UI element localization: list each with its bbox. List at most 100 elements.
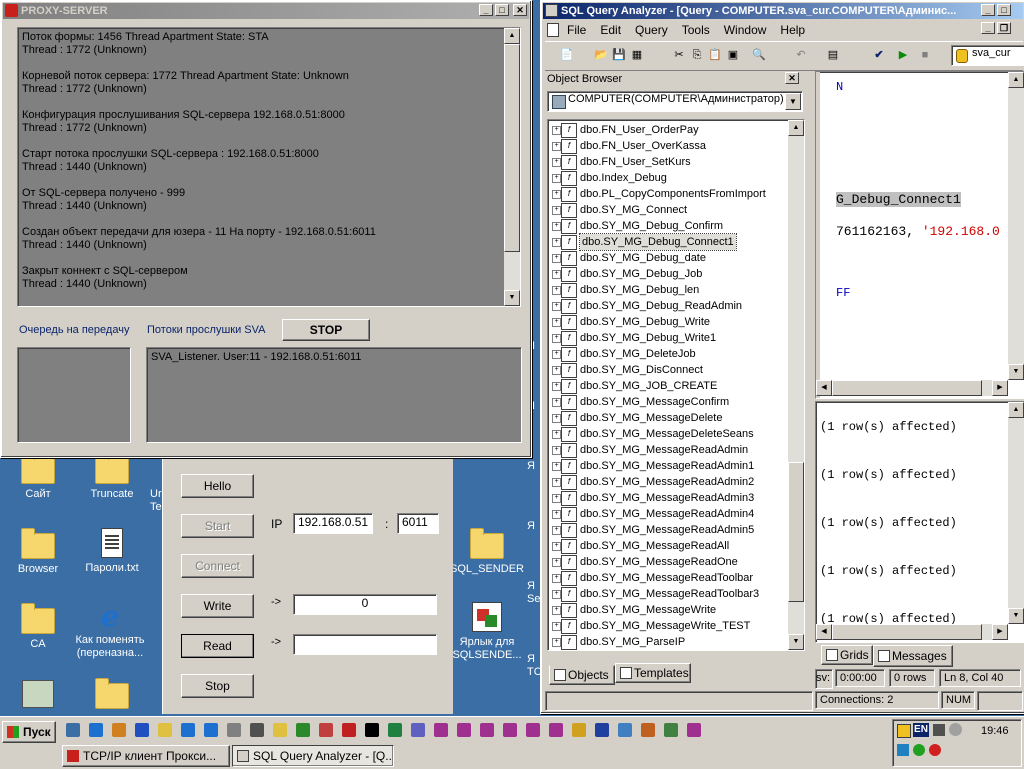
maximize-button[interactable]: □	[495, 4, 509, 16]
expand-icon[interactable]: +	[552, 446, 561, 455]
expand-icon[interactable]: +	[552, 238, 561, 247]
close-button[interactable]: ✕	[513, 4, 527, 16]
tray-security-icon[interactable]	[913, 744, 925, 756]
ie-icon[interactable]	[204, 723, 218, 737]
messages-hscroll-thumb[interactable]	[832, 624, 982, 640]
scissors-icon[interactable]	[250, 723, 264, 737]
tree-item[interactable]: + f dbo.SY_MG_MessageReadAll	[548, 538, 786, 554]
open-icon[interactable]: 📂	[593, 47, 609, 63]
tree-item[interactable]: + f dbo.SY_MG_MessageReadAdmin1	[548, 458, 786, 474]
expand-icon[interactable]: +	[552, 638, 561, 647]
tool-icon[interactable]	[227, 723, 241, 737]
expand-icon[interactable]: +	[552, 590, 561, 599]
desktop-icon-4[interactable]	[0, 680, 76, 708]
expand-icon[interactable]: +	[552, 462, 561, 471]
expand-icon[interactable]: +	[552, 334, 561, 343]
ie-icon[interactable]	[181, 723, 195, 737]
find-icon[interactable]: 🔍	[751, 47, 767, 63]
tree-item[interactable]: + f dbo.SY_MG_MessageDelete	[548, 410, 786, 426]
tree-item[interactable]: + f dbo.SY_MG_MessageReadToolbar	[548, 570, 786, 586]
desktop-icon-passwords[interactable]: Пароли.txt	[74, 528, 150, 574]
tab-objects[interactable]: Objects	[549, 665, 615, 685]
tree-item[interactable]: + f dbo.SY_MG_Debug_Job	[548, 266, 786, 282]
tree-item[interactable]: + f dbo.SY_MG_Debug_date	[548, 250, 786, 266]
expand-icon[interactable]: +	[552, 142, 561, 151]
tree-item[interactable]: + f dbo.SY_MG_MessageReadAdmin3	[548, 490, 786, 506]
language-indicator[interactable]: EN	[913, 723, 929, 737]
expand-icon[interactable]: +	[552, 526, 561, 535]
read-value-input[interactable]	[293, 634, 437, 655]
start-button[interactable]: Start	[181, 514, 254, 538]
tree-item[interactable]: + f dbo.Index_Debug	[548, 170, 786, 186]
read-button[interactable]: Read	[181, 634, 254, 658]
explorer-icon[interactable]	[158, 723, 172, 737]
expand-icon[interactable]: +	[552, 398, 561, 407]
expand-icon[interactable]: +	[552, 318, 561, 327]
qa-titlebar[interactable]: SQL Query Analyzer - [Query - COMPUTER.s…	[543, 3, 1023, 19]
tree-scrollbar[interactable]: ▲ ▼	[788, 120, 804, 650]
scroll-down-arrow[interactable]: ▼	[504, 290, 520, 306]
write-value-input[interactable]: 0	[293, 594, 437, 615]
folder-icon[interactable]	[273, 723, 287, 737]
word-icon[interactable]	[135, 723, 149, 737]
minimize-button[interactable]: _	[479, 4, 493, 16]
expand-icon[interactable]: +	[552, 158, 561, 167]
tree-item[interactable]: + f dbo.FN_User_OverKassa	[548, 138, 786, 154]
qa-maximize-button[interactable]: □	[997, 4, 1011, 16]
parse-icon[interactable]: ✔	[871, 47, 887, 63]
doc-restore-button[interactable]: ❐	[997, 22, 1011, 34]
cut-icon[interactable]: ✂	[671, 47, 687, 63]
expand-icon[interactable]: +	[552, 574, 561, 583]
tree-item[interactable]: + f dbo.SY_MG_MessageReadAdmin2	[548, 474, 786, 490]
messages-scroll-right[interactable]: ▶	[992, 624, 1008, 640]
connect-button[interactable]: Connect	[181, 554, 254, 578]
save-icon[interactable]: 💾	[611, 47, 627, 63]
tree-item[interactable]: + f dbo.SY_MG_Debug_Write	[548, 314, 786, 330]
log-scrollbar[interactable]: ▲ ▼	[504, 28, 520, 306]
editor-hscroll-thumb[interactable]	[832, 380, 982, 396]
copy-icon[interactable]: ⎘	[689, 47, 705, 63]
results-grid-icon[interactable]: ▤	[825, 47, 841, 63]
tool-icon[interactable]	[549, 723, 563, 737]
hello-button[interactable]: Hello	[181, 474, 254, 498]
insert-template-icon[interactable]: ▦	[629, 47, 645, 63]
messages-scroll-up[interactable]: ▲	[1008, 402, 1024, 418]
tree-item[interactable]: + f dbo.SY_MG_MessageReadAdmin5	[548, 522, 786, 538]
menu-file[interactable]: File	[567, 23, 586, 37]
ie-icon[interactable]	[89, 723, 103, 737]
tree-item[interactable]: + f dbo.SY_MG_MessageReadAdmin	[548, 442, 786, 458]
queue-box[interactable]	[17, 347, 131, 443]
object-browser-close[interactable]: ✕	[785, 72, 799, 84]
expand-icon[interactable]: +	[552, 302, 561, 311]
tree-item[interactable]: + f dbo.SY_MG_MessageWrite_TEST	[548, 618, 786, 634]
expand-icon[interactable]: +	[552, 366, 561, 375]
tree-item[interactable]: + f dbo.FN_User_SetKurs	[548, 154, 786, 170]
menu-edit[interactable]: Edit	[600, 23, 621, 37]
tool-icon[interactable]	[480, 723, 494, 737]
tree-item[interactable]: + f dbo.SY_MG_MessageReadToolbar3	[548, 586, 786, 602]
cmd-icon[interactable]	[365, 723, 379, 737]
tree-item[interactable]: + f dbo.SY_MG_Debug_ReadAdmin	[548, 298, 786, 314]
tray-alert-icon[interactable]	[929, 744, 941, 756]
tree-item[interactable]: + f dbo.SY_MG_Debug_Connect1	[548, 233, 786, 251]
messages-hscroll[interactable]: ◀ ▶	[816, 624, 1008, 640]
tree-scroll-down[interactable]: ▼	[788, 634, 804, 650]
tree-item[interactable]: + f dbo.SY_MG_MessageDeleteSeans	[548, 426, 786, 442]
cancel-query-icon[interactable]: ■	[917, 47, 933, 63]
desktop-icon-truncate[interactable]: Truncate	[74, 453, 150, 500]
tool-icon[interactable]	[687, 723, 701, 737]
task-sql-query-analyzer[interactable]: SQL Query Analyzer - [Q...	[232, 745, 394, 767]
tree-item[interactable]: + f dbo.SY_MG_ParseIP	[548, 634, 786, 650]
tree-item[interactable]: + f dbo.SY_MG_MessageConfirm	[548, 394, 786, 410]
app-icon[interactable]	[664, 723, 678, 737]
desktop-icon-ca[interactable]: CA	[0, 603, 76, 650]
desktop-icon-browser[interactable]: Browser	[0, 528, 76, 575]
menu-help[interactable]: Help	[780, 23, 805, 37]
database-select[interactable]: sva_cur	[951, 45, 1024, 66]
paste-icon[interactable]: 📋	[707, 47, 723, 63]
expand-icon[interactable]: +	[552, 350, 561, 359]
doc-minimize-button[interactable]: _	[981, 22, 995, 34]
record-icon[interactable]	[342, 723, 356, 737]
tool-icon[interactable]	[526, 723, 540, 737]
tree-item[interactable]: + f dbo.SY_MG_MessageReadAdmin4	[548, 506, 786, 522]
